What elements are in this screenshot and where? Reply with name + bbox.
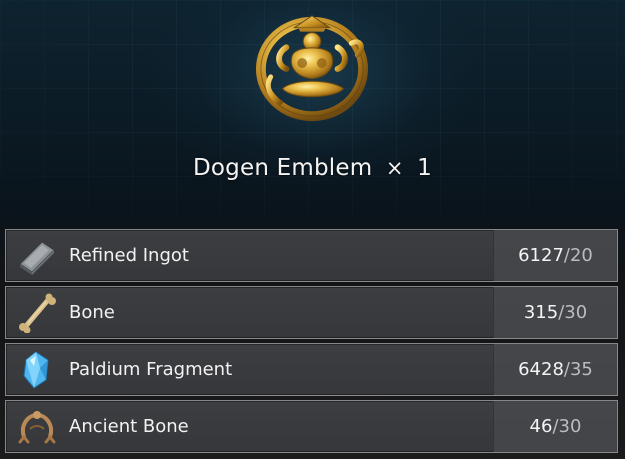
item-title: Dogen Emblem × 1	[0, 155, 625, 181]
material-quantity: 6127/20	[493, 230, 617, 281]
material-quantity: 46/30	[493, 401, 617, 452]
item-count: 1	[417, 155, 432, 181]
quantity-required: 30	[564, 302, 588, 323]
ancient-bone-icon	[18, 411, 56, 444]
crystal-icon	[23, 351, 49, 389]
material-name: Paldium Fragment	[69, 359, 233, 380]
bone-icon	[19, 293, 56, 333]
material-row-bone[interactable]: Bone 315/30	[5, 286, 618, 339]
quantity-owned: 6127	[518, 245, 564, 266]
material-row-refined-ingot[interactable]: Refined Ingot 6127/20	[5, 229, 618, 282]
quantity-owned: 6428	[518, 359, 564, 380]
ingot-icon	[19, 241, 55, 275]
material-name: Refined Ingot	[69, 245, 189, 266]
item-name: Dogen Emblem	[193, 155, 373, 181]
material-name: Bone	[69, 302, 115, 323]
quantity-required: 20	[569, 245, 593, 266]
material-quantity: 6428/35	[493, 344, 617, 395]
material-row-paldium-fragment[interactable]: Paldium Fragment 6428/35	[5, 343, 618, 396]
material-name: Ancient Bone	[69, 416, 189, 437]
material-quantity: 315/30	[493, 287, 617, 338]
quantity-required: 30	[558, 416, 582, 437]
gold-emblem-icon	[255, 15, 369, 122]
quantity-owned: 46	[529, 416, 553, 437]
material-row-ancient-bone[interactable]: Ancient Bone 46/30	[5, 400, 618, 453]
quantity-required: 35	[569, 359, 593, 380]
quantity-owned: 315	[523, 302, 559, 323]
multiplier-sign: ×	[385, 156, 404, 180]
